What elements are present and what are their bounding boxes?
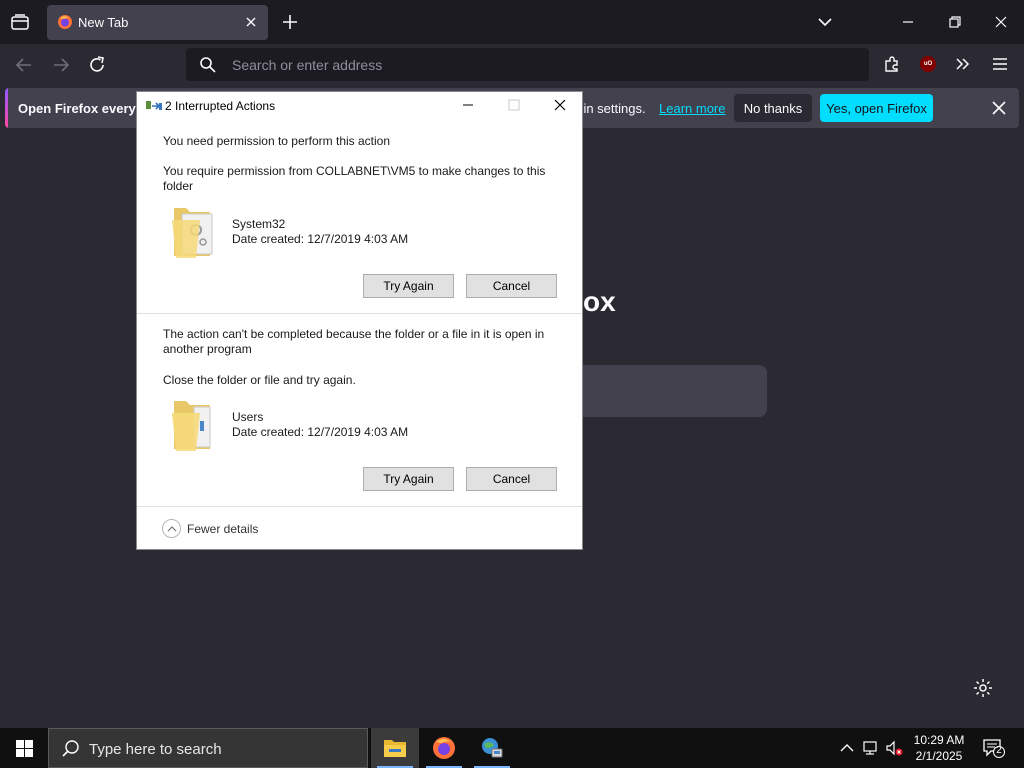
item-date-system32: Date created: 12/7/2019 4:03 AM: [232, 232, 409, 246]
taskbar-clock[interactable]: 10:29 AM 2/1/2025: [905, 732, 973, 764]
permission-detail: You require permission from COLLABNET\VM…: [163, 164, 546, 193]
file-in-use-heading: The action can't be completed because th…: [163, 327, 545, 356]
volume-muted-icon[interactable]: [885, 739, 903, 757]
file-in-use-detail: Close the folder or file and try again.: [163, 373, 356, 387]
tab-new-tab[interactable]: New Tab: [47, 5, 268, 40]
chevron-up-icon[interactable]: [838, 739, 856, 757]
chevron-down-icon[interactable]: [816, 13, 834, 31]
tab-title: New Tab: [78, 15, 129, 30]
dialog-titlebar: 2 Interrupted Actions: [137, 92, 582, 120]
permission-heading: You need permission to perform this acti…: [163, 134, 391, 148]
try-again-button[interactable]: Try Again: [363, 467, 454, 491]
maximize-icon: [508, 99, 520, 111]
brand-wordmark: ox: [583, 284, 623, 324]
extensions-button[interactable]: [881, 53, 903, 75]
file-explorer-taskbar-button[interactable]: [371, 728, 419, 768]
navigation-bar: uO: [0, 44, 1024, 85]
interrupted-actions-dialog: 2 Interrupted Actions You need permissio…: [136, 91, 583, 550]
folder-icon: [172, 401, 211, 451]
back-arrow-icon[interactable]: [13, 54, 35, 76]
close-icon[interactable]: [553, 98, 567, 112]
chevron-up-icon: [162, 519, 181, 538]
gear-icon[interactable]: [972, 677, 994, 699]
file-explorer-icon: [384, 740, 406, 757]
start-button[interactable]: [0, 728, 48, 768]
windows-logo-icon: [15, 739, 33, 757]
more-tools-button[interactable]: [952, 53, 974, 75]
restore-icon[interactable]: [945, 12, 965, 32]
firefox-icon: [58, 15, 72, 29]
section-divider: [137, 313, 582, 314]
minimize-icon[interactable]: [461, 98, 475, 112]
open-firefox-button[interactable]: Yes, open Firefox: [820, 94, 933, 122]
reload-icon[interactable]: [86, 54, 108, 76]
network-globe-icon: [482, 738, 503, 758]
firefox-view-icon: [11, 14, 29, 30]
network-app-taskbar-button[interactable]: [468, 728, 516, 768]
search-icon: [62, 740, 79, 757]
ublock-icon: uO: [920, 56, 936, 72]
fewer-details-label: Fewer details: [187, 521, 259, 536]
folder-icon: [172, 208, 213, 258]
address-input[interactable]: [232, 54, 832, 76]
clock-time: 10:29 AM: [913, 733, 965, 747]
new-tab-icon[interactable]: [279, 11, 301, 33]
ublock-button[interactable]: uO: [917, 53, 939, 75]
menu-button[interactable]: [989, 53, 1011, 75]
newtab-search-box[interactable]: [560, 365, 767, 417]
close-icon[interactable]: [991, 100, 1007, 116]
dialog-title: 2 Interrupted Actions: [165, 99, 276, 113]
fewer-details-toggle[interactable]: Fewer details: [162, 519, 258, 538]
forward-arrow-icon[interactable]: [50, 54, 72, 76]
search-icon: [200, 57, 216, 73]
taskbar: Type here to search 10:29 AM 2/1/2025 2: [0, 728, 1024, 768]
notification-count-badge: 2: [996, 745, 1002, 756]
puzzle-icon: [885, 56, 898, 72]
close-tab-icon[interactable]: [244, 15, 258, 29]
no-thanks-button[interactable]: No thanks: [734, 94, 812, 122]
taskbar-search-placeholder: Type here to search: [89, 741, 222, 758]
taskbar-search-box[interactable]: Type here to search: [48, 728, 368, 768]
network-icon[interactable]: [862, 739, 880, 757]
firefox-view-button[interactable]: [6, 9, 34, 35]
cancel-button[interactable]: Cancel: [466, 274, 557, 298]
cancel-button[interactable]: Cancel: [466, 467, 557, 491]
item-date-users: Date created: 12/7/2019 4:03 AM: [232, 425, 409, 439]
double-chevron-icon: [956, 58, 970, 70]
item-name-users: Users: [232, 410, 264, 424]
section-divider: [137, 506, 582, 507]
minimize-icon[interactable]: [898, 12, 918, 32]
tab-strip: New Tab: [0, 0, 1024, 44]
clock-date: 2/1/2025: [915, 749, 963, 763]
brand-wordmark-text: ox: [583, 286, 616, 317]
item-name-system32: System32: [232, 217, 286, 231]
hamburger-menu-icon: [993, 58, 1007, 70]
learn-more-link[interactable]: Learn more: [659, 101, 725, 116]
file-move-icon: [146, 101, 162, 110]
firefox-icon: [433, 737, 455, 759]
close-window-icon[interactable]: [991, 12, 1011, 32]
firefox-taskbar-button[interactable]: [420, 728, 468, 768]
notification-center-button[interactable]: 2: [983, 738, 1005, 758]
address-bar[interactable]: [186, 48, 869, 81]
try-again-button[interactable]: Try Again: [363, 274, 454, 298]
notification-accent: [5, 88, 8, 128]
notification-message: Open Firefox every ti: [18, 101, 148, 116]
